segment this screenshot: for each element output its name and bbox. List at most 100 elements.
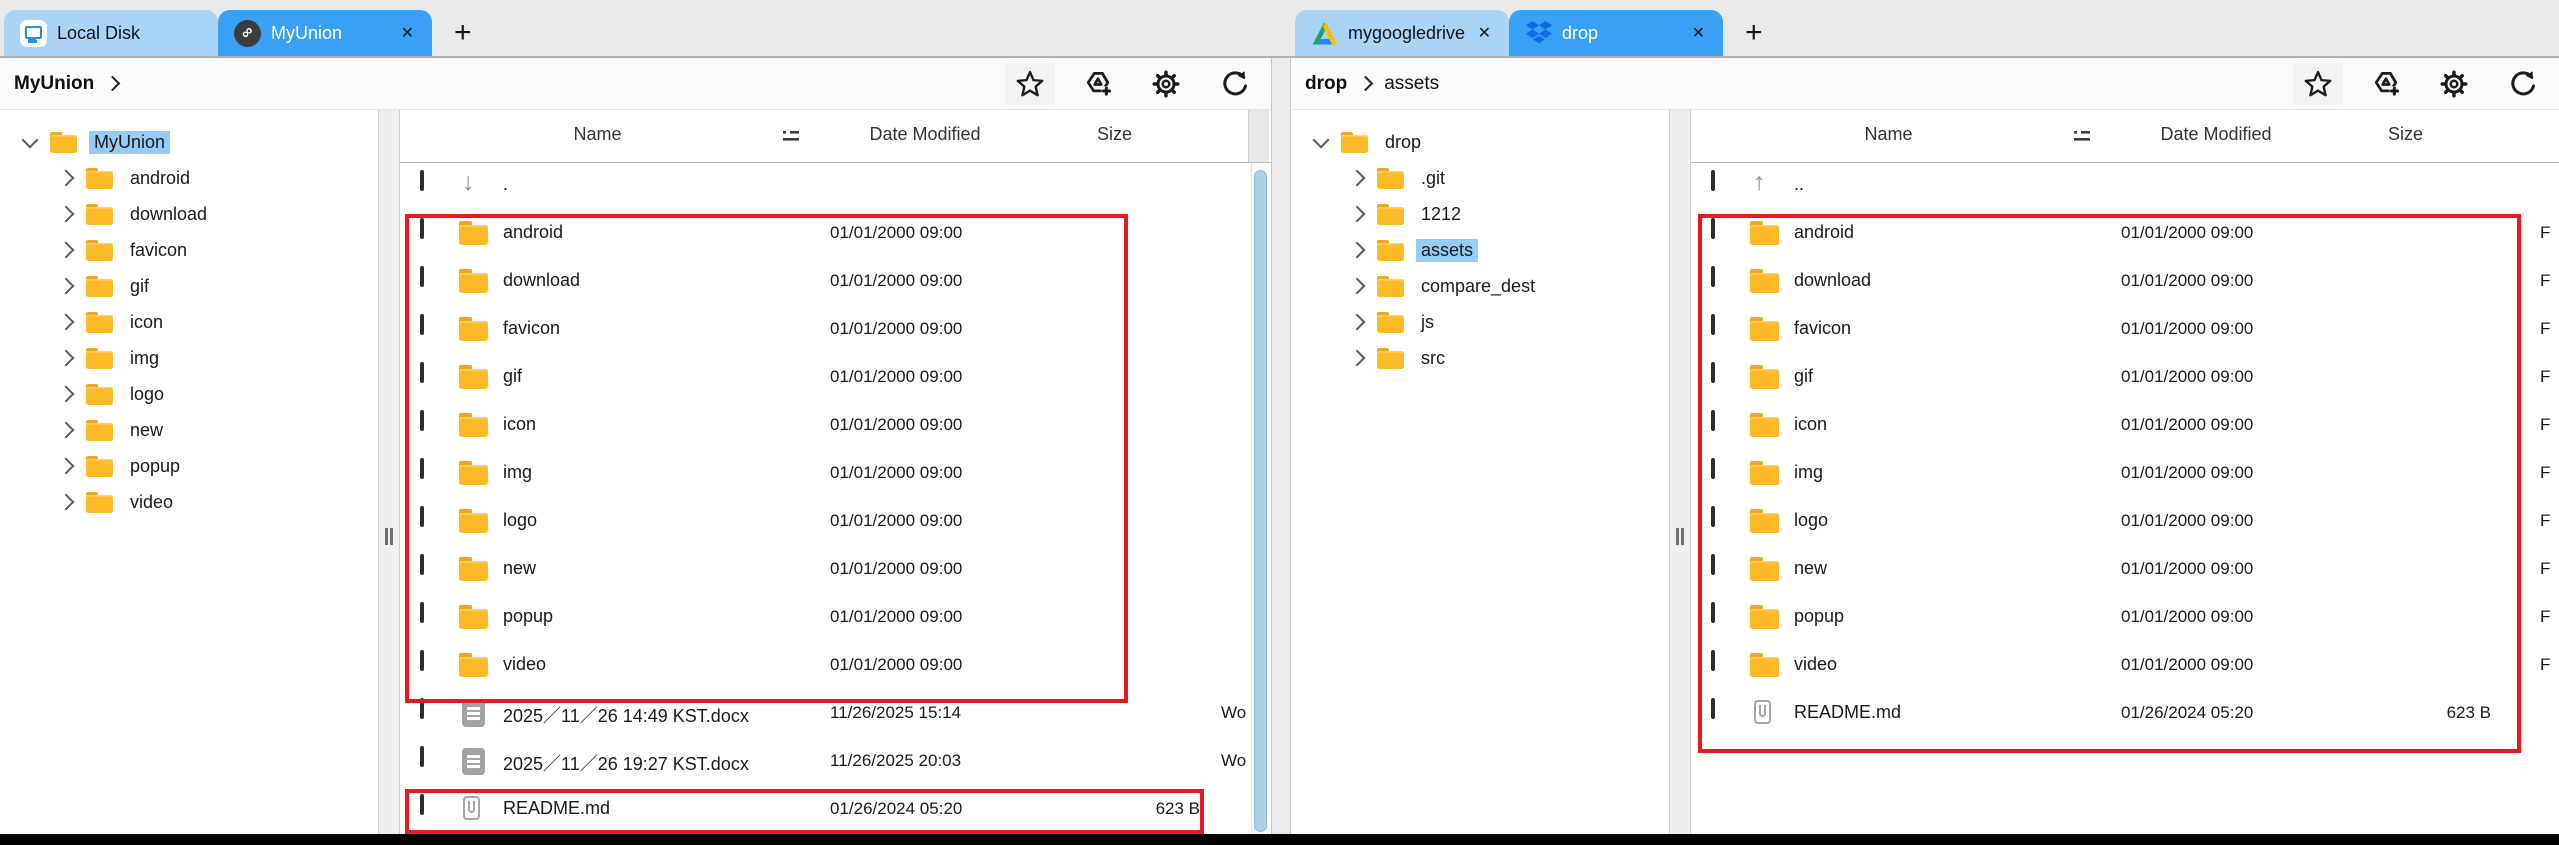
column-header-date-modified[interactable]: Date Modified (840, 124, 1010, 145)
chevron-right-icon[interactable] (57, 205, 75, 223)
chevron-right-icon[interactable] (1348, 313, 1366, 331)
file-row[interactable]: new 01/01/2000 09:00 (400, 546, 1271, 594)
tree-item[interactable]: src (1291, 340, 1669, 376)
row-checkbox[interactable] (420, 506, 424, 527)
row-checkbox[interactable] (420, 458, 424, 479)
tree-list-splitter[interactable] (1669, 110, 1691, 836)
row-checkbox[interactable] (420, 218, 424, 239)
file-row[interactable]: video 01/01/2000 09:00 (400, 642, 1271, 690)
column-header-size[interactable]: Size (2353, 124, 2458, 145)
chevron-right-icon[interactable] (57, 385, 75, 403)
tree-item[interactable]: assets (1291, 232, 1669, 268)
gear-icon[interactable] (1141, 63, 1191, 105)
chevron-right-icon[interactable] (57, 277, 75, 295)
chevron-right-icon[interactable] (57, 241, 75, 259)
row-checkbox[interactable] (420, 410, 424, 431)
close-icon[interactable]: ✕ (399, 23, 416, 43)
chevron-right-icon[interactable] (1348, 169, 1366, 187)
chevron-right-icon[interactable] (1348, 349, 1366, 367)
file-row[interactable]: 2025／11／26 19:27 KST.docx 11/26/2025 20:… (400, 738, 1271, 786)
row-checkbox[interactable] (1711, 362, 1715, 383)
scrollbar-thumb[interactable] (1253, 170, 1267, 832)
tree-item[interactable]: logo (0, 376, 378, 412)
file-row[interactable]: img 01/01/2000 09:00 (400, 450, 1271, 498)
file-row[interactable]: 2025／11／26 14:49 KST.docx 11/26/2025 15:… (400, 690, 1271, 738)
row-checkbox[interactable] (420, 362, 424, 383)
file-row[interactable]: new 01/01/2000 09:00 F (1691, 546, 2559, 594)
chevron-right-icon[interactable] (1348, 241, 1366, 259)
file-row[interactable]: favicon 01/01/2000 09:00 (400, 306, 1271, 354)
row-checkbox[interactable] (420, 266, 424, 287)
file-row[interactable]: icon 01/01/2000 09:00 (400, 402, 1271, 450)
tree-item[interactable]: new (0, 412, 378, 448)
sort-order-icon[interactable] (783, 130, 799, 143)
breadcrumb-segment[interactable]: assets (1384, 73, 1439, 95)
chevron-right-icon[interactable] (57, 349, 75, 367)
file-row[interactable]: popup 01/01/2000 09:00 F (1691, 594, 2559, 642)
file-row[interactable]: android 01/01/2000 09:00 (400, 210, 1271, 258)
row-checkbox[interactable] (420, 314, 424, 335)
chevron-right-icon[interactable] (57, 493, 75, 511)
tree-list-splitter[interactable] (378, 110, 400, 836)
add-drive-icon[interactable] (1073, 63, 1123, 105)
column-header-date-modified[interactable]: Date Modified (2131, 124, 2301, 145)
file-row[interactable]: icon 01/01/2000 09:00 F (1691, 402, 2559, 450)
file-row[interactable]: logo 01/01/2000 09:00 (400, 498, 1271, 546)
column-header-name[interactable]: Name (540, 124, 655, 145)
breadcrumb-segment[interactable]: drop (1305, 73, 1347, 95)
row-checkbox[interactable] (1711, 506, 1715, 527)
refresh-icon[interactable] (1209, 63, 1259, 105)
tree-item-root[interactable]: MyUnion (0, 124, 378, 160)
tab-myunion[interactable]: MyUnion ✕ (218, 10, 432, 56)
chevron-right-icon[interactable] (1348, 205, 1366, 223)
row-checkbox[interactable] (420, 650, 424, 671)
file-row[interactable]: download 01/01/2000 09:00 F (1691, 258, 2559, 306)
tree-item[interactable]: compare_dest (1291, 268, 1669, 304)
chevron-right-icon[interactable] (57, 421, 75, 439)
file-row[interactable]: README.md 01/26/2024 05:20 623 B (1691, 690, 2559, 738)
tree-item[interactable]: download (0, 196, 378, 232)
file-row[interactable]: img 01/01/2000 09:00 F (1691, 450, 2559, 498)
tree-item[interactable]: 1212 (1291, 196, 1669, 232)
row-checkbox[interactable] (420, 170, 424, 191)
tree-item[interactable]: popup (0, 448, 378, 484)
tree-item[interactable]: icon (0, 304, 378, 340)
close-icon[interactable]: ✕ (1476, 23, 1493, 43)
tree-item[interactable]: android (0, 160, 378, 196)
star-icon[interactable] (1005, 63, 1055, 105)
refresh-icon[interactable] (2497, 63, 2547, 105)
file-row[interactable]: gif 01/01/2000 09:00 F (1691, 354, 2559, 402)
new-tab-button[interactable]: + (1739, 18, 1769, 48)
row-checkbox[interactable] (1711, 650, 1715, 671)
file-row[interactable]: gif 01/01/2000 09:00 (400, 354, 1271, 402)
row-checkbox[interactable] (1711, 602, 1715, 623)
add-drive-icon[interactable] (2361, 63, 2411, 105)
row-checkbox[interactable] (420, 602, 424, 623)
row-checkbox[interactable] (1711, 410, 1715, 431)
row-checkbox[interactable] (420, 794, 424, 815)
file-row[interactable]: .. (1691, 162, 2559, 210)
row-checkbox[interactable] (1711, 170, 1715, 191)
chevron-right-icon[interactable] (57, 313, 75, 331)
tab-mygoogledrive[interactable]: mygoogledrive ✕ (1295, 10, 1509, 56)
row-checkbox[interactable] (1711, 554, 1715, 575)
file-row[interactable]: . (400, 162, 1271, 210)
row-checkbox[interactable] (1711, 698, 1715, 719)
star-icon[interactable] (2293, 63, 2343, 105)
file-row[interactable]: android 01/01/2000 09:00 F (1691, 210, 2559, 258)
file-row[interactable]: popup 01/01/2000 09:00 (400, 594, 1271, 642)
tree-item[interactable]: gif (0, 268, 378, 304)
row-checkbox[interactable] (420, 554, 424, 575)
row-checkbox[interactable] (420, 746, 424, 767)
tab-drop[interactable]: drop ✕ (1509, 10, 1723, 56)
tree-item[interactable]: js (1291, 304, 1669, 340)
sort-order-icon[interactable] (2074, 130, 2090, 143)
row-checkbox[interactable] (1711, 314, 1715, 335)
tree-item[interactable]: video (0, 484, 378, 520)
tree-item-root[interactable]: drop (1291, 124, 1669, 160)
chevron-right-icon[interactable] (57, 169, 75, 187)
row-checkbox[interactable] (1711, 266, 1715, 287)
row-checkbox[interactable] (420, 698, 424, 719)
tree-item[interactable]: .git (1291, 160, 1669, 196)
tab-local-disk[interactable]: Local Disk (4, 10, 218, 56)
